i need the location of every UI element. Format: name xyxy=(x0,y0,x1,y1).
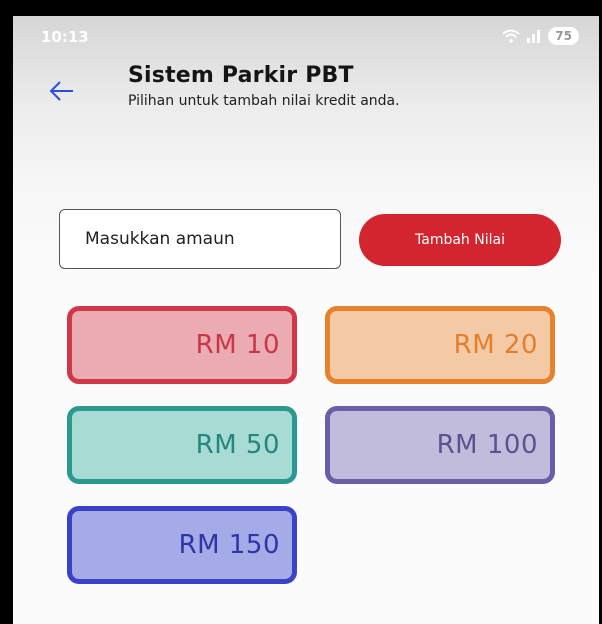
arrow-left-icon xyxy=(49,81,73,101)
amount-option-rm10[interactable]: RM 10 xyxy=(67,306,297,384)
wifi-icon xyxy=(502,29,520,43)
amount-option-label: RM 50 xyxy=(195,430,280,460)
amount-option-rm50[interactable]: RM 50 xyxy=(67,406,297,484)
signal-icon xyxy=(526,29,542,43)
amount-option-label: RM 10 xyxy=(195,330,280,360)
topup-button[interactable]: Tambah Nilai xyxy=(359,214,561,266)
back-button[interactable] xyxy=(47,76,77,106)
amount-option-rm100[interactable]: RM 100 xyxy=(325,406,555,484)
battery-indicator: 75 xyxy=(548,27,579,45)
amount-option-rm150[interactable]: RM 150 xyxy=(67,506,297,584)
status-bar: 10:13 75 xyxy=(13,16,599,56)
amount-option-rm20[interactable]: RM 20 xyxy=(325,306,555,384)
amount-input[interactable] xyxy=(59,209,341,269)
amount-option-label: RM 150 xyxy=(178,530,280,560)
status-time: 10:13 xyxy=(41,28,89,46)
amount-option-label: RM 100 xyxy=(436,430,538,460)
status-icons: 75 xyxy=(502,26,579,46)
app-screen: 10:13 75 Sistem Parkir PBT Pilihan untuk… xyxy=(13,16,599,624)
page-subtitle: Pilihan untuk tambah nilai kredit anda. xyxy=(128,93,400,109)
page-title: Sistem Parkir PBT xyxy=(128,63,354,88)
amount-option-label: RM 20 xyxy=(453,330,538,360)
